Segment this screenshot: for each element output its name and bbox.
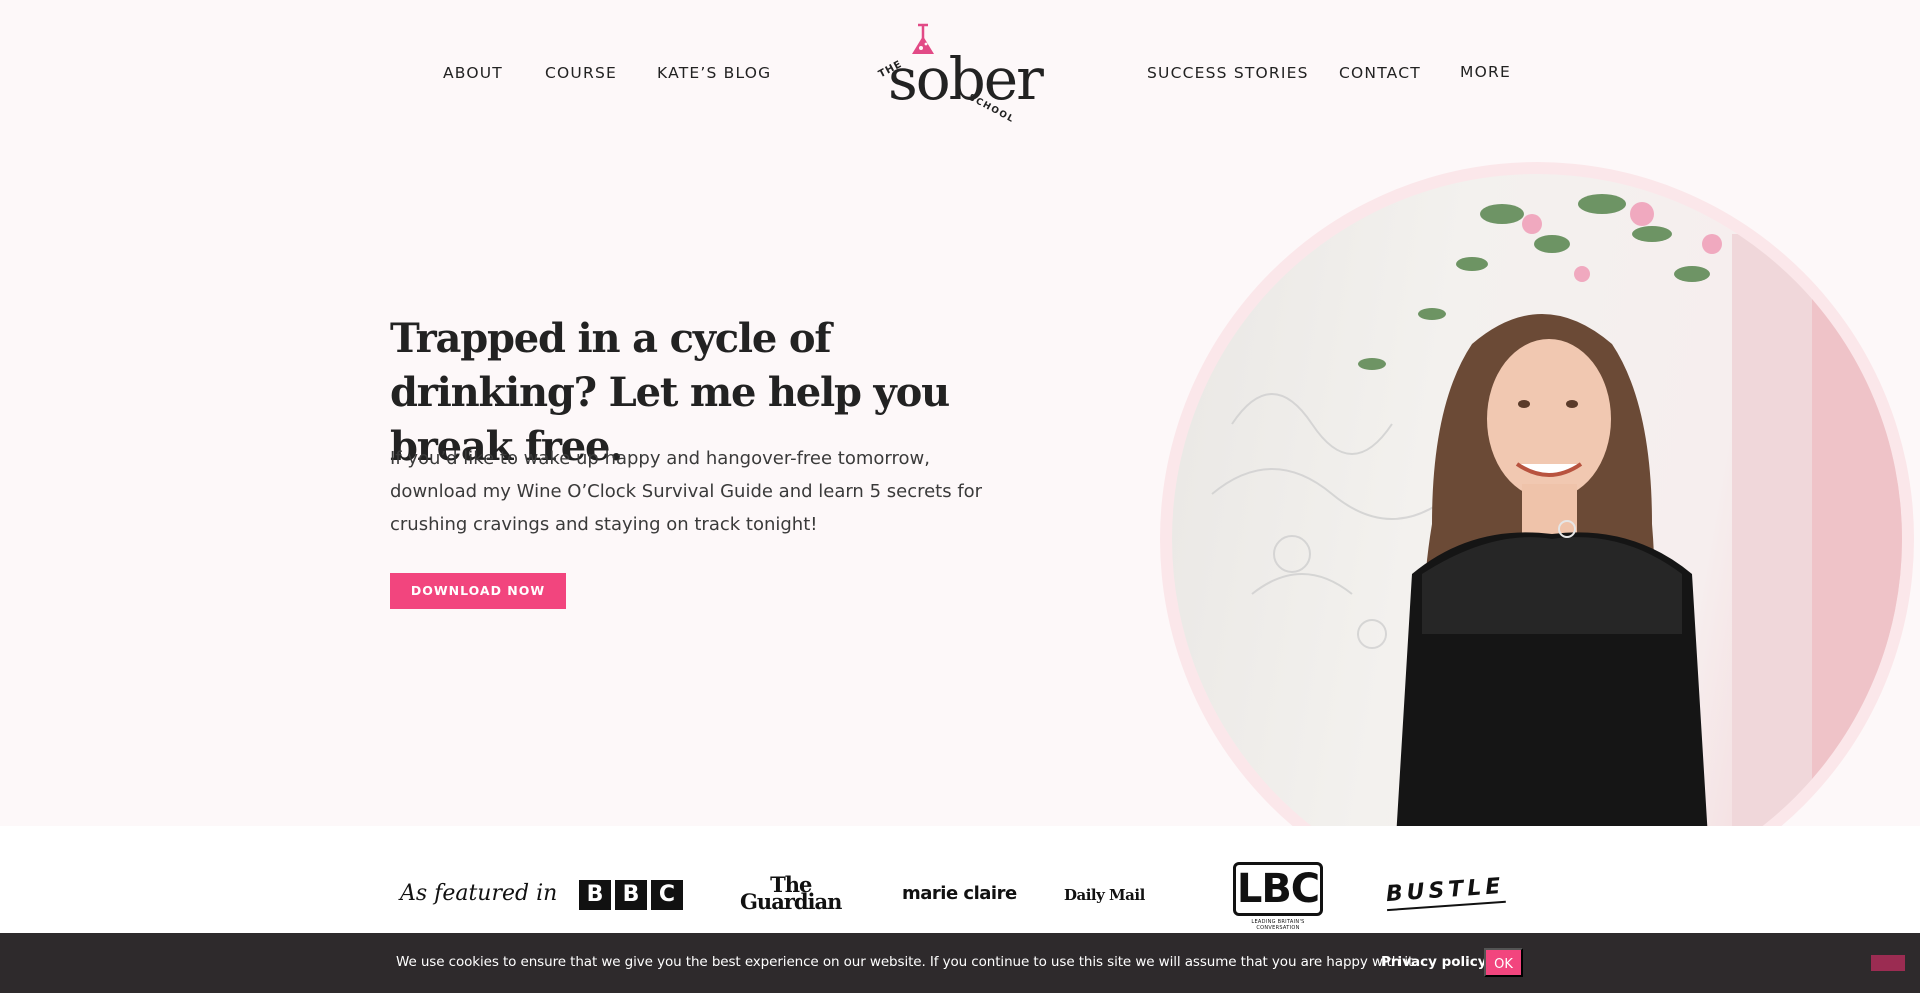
cookie-close-button[interactable] xyxy=(1871,955,1905,971)
logo-sober: sober xyxy=(888,45,1044,113)
cookie-message: We use cookies to ensure that we give yo… xyxy=(396,954,1418,970)
nav-contact[interactable]: CONTACT xyxy=(1339,64,1421,82)
marie-claire-logo: marie claire xyxy=(902,883,1017,904)
site-header: ABOUT COURSE KATE’S BLOG THE sober SCHOO… xyxy=(0,0,1920,140)
nav-success-stories[interactable]: SUCCESS STORIES xyxy=(1147,64,1309,82)
nav-about[interactable]: ABOUT xyxy=(443,64,503,82)
privacy-policy-link[interactable]: Privacy policy xyxy=(1381,954,1487,970)
bbc-letter: B xyxy=(615,880,647,910)
guardian-logo: The Guardian xyxy=(740,874,842,914)
sober-school-logo[interactable]: THE sober SCHOOL xyxy=(876,22,1044,126)
lbc-wordmark: LBC xyxy=(1233,862,1323,916)
nav-kates-blog[interactable]: KATE’S BLOG xyxy=(657,64,771,82)
cookie-banner: We use cookies to ensure that we give yo… xyxy=(0,933,1920,993)
nav-more[interactable]: MORE xyxy=(1460,63,1511,81)
lbc-logo: LBC LEADING BRITAIN'S CONVERSATION xyxy=(1233,862,1323,932)
bustle-logo: BUSTLE xyxy=(1385,873,1506,912)
hero-photo-frame xyxy=(1160,162,1914,826)
lbc-tagline: LEADING BRITAIN'S CONVERSATION xyxy=(1251,919,1305,931)
hero-body: If you’d like to wake up happy and hango… xyxy=(390,448,983,535)
featured-in-strip: As featured in B B C The Guardian marie … xyxy=(0,826,1920,933)
cookie-ok-button[interactable]: OK xyxy=(1484,948,1523,977)
bbc-logo: B B C xyxy=(579,880,683,910)
featured-in-label: As featured in xyxy=(400,881,558,906)
bbc-letter: C xyxy=(651,880,683,910)
bbc-letter: B xyxy=(579,880,611,910)
nav-course[interactable]: COURSE xyxy=(545,64,617,82)
download-now-button[interactable]: DOWNLOAD NOW xyxy=(390,573,566,609)
daily-mail-logo: Daily Mail xyxy=(1064,886,1145,904)
guardian-line2: Guardian xyxy=(740,889,842,914)
